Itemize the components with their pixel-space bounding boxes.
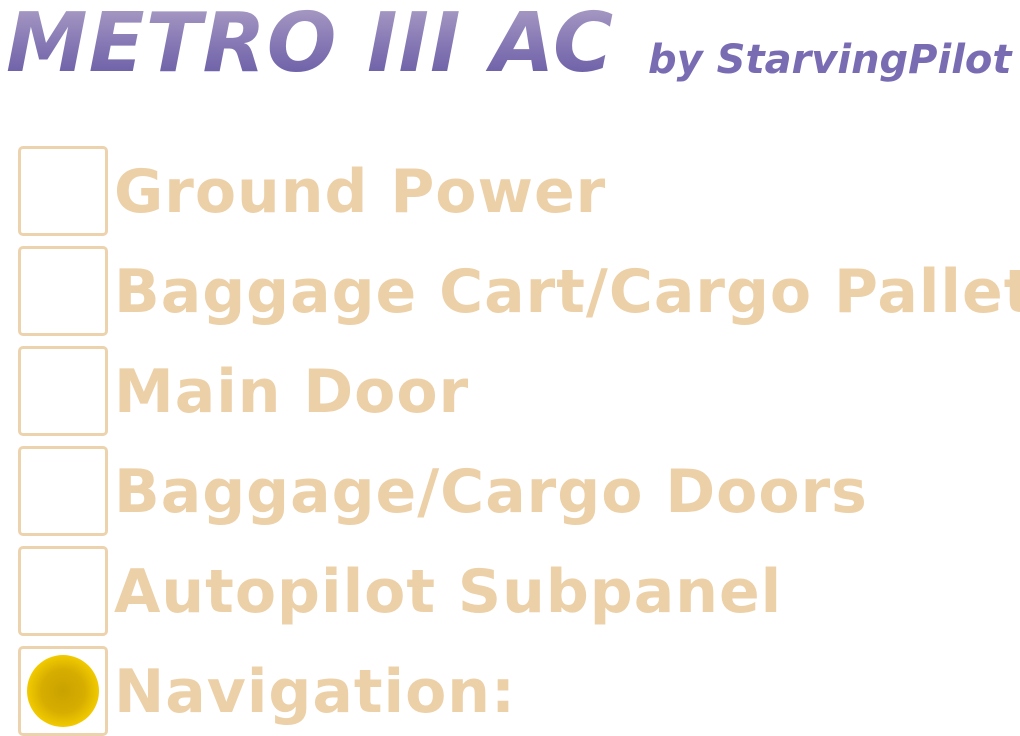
app-title: METRO III AC [6,0,614,94]
option-baggage-cart-cargo-pallet[interactable]: Baggage Cart/Cargo Pallet [18,246,1020,346]
checkbox[interactable] [18,146,108,236]
option-ground-power[interactable]: Ground Power [18,146,1018,246]
option-label: Navigation: [114,657,516,727]
option-label: Baggage Cart/Cargo Pallet [114,257,1020,327]
header: METRO III AC by StarvingPilot [6,0,1016,94]
option-label: Autopilot Subpanel [114,557,783,627]
checkbox[interactable] [18,246,108,336]
option-autopilot-subpanel[interactable]: Autopilot Subpanel [18,546,1018,646]
checkbox-checked[interactable] [18,646,108,736]
option-baggage-cargo-doors[interactable]: Baggage/Cargo Doors [18,446,1018,546]
option-main-door[interactable]: Main Door [18,346,1018,446]
checkbox[interactable] [18,546,108,636]
author-byline: by StarvingPilot [648,37,1012,83]
option-navigation[interactable]: Navigation: [18,646,1018,736]
checkbox[interactable] [18,446,108,536]
options-panel: METRO III AC by StarvingPilot Ground Pow… [0,0,1020,736]
yellow-dot-icon [27,655,99,727]
option-label: Ground Power [114,157,607,227]
checkbox[interactable] [18,346,108,436]
option-label: Baggage/Cargo Doors [114,457,868,527]
option-label: Main Door [114,357,470,427]
options-list: Ground Power Baggage Cart/Cargo Pallet M… [18,146,1020,736]
